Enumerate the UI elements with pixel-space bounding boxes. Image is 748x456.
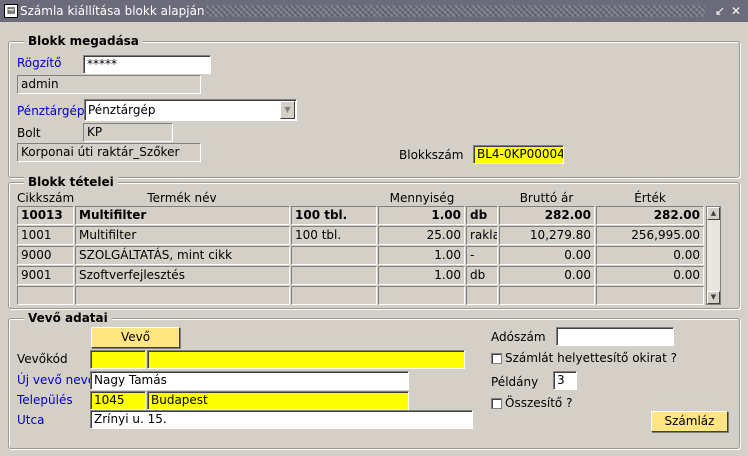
header-ertek: Érték [634,191,666,205]
iranyitoszam-field[interactable]: 1045 [90,391,146,410]
table-cell-mennyiseg[interactable] [378,286,465,305]
table-cell-egyseg[interactable]: rakla [466,226,498,245]
vevokod-label: Vevőkód [17,352,68,366]
blokkszam-label: Blokkszám [399,148,464,162]
table-cell-ertek[interactable]: 0.00 [596,246,704,265]
penztargep-select[interactable]: Pénztárgép ▼ [84,99,297,121]
table-cell-termek[interactable]: Multifilter [75,226,290,245]
blokk-megadasa-legend: Blokk megadása [24,34,143,48]
scroll-down-icon[interactable]: ▼ [707,291,720,304]
scroll-up-icon[interactable]: ▲ [707,207,720,220]
peldany-field[interactable]: 3 [553,371,577,390]
table-cell-cikkszam[interactable]: 9001 [17,266,74,285]
utca-field[interactable]: Zrínyi u. 15. [90,410,473,429]
chevron-down-icon[interactable]: ▼ [280,101,295,119]
window-title: Számla kiállítása blokk alapján [20,4,205,18]
utca-label: Utca [17,413,45,427]
table-cell-termek[interactable]: SZOLGÁLTATÁS, mint cikk [75,246,290,265]
adoszam-field[interactable] [556,327,674,346]
table-cell-brutto[interactable]: 0.00 [499,266,595,285]
helyettesito-checkbox[interactable] [491,353,502,364]
table-cell-cikkszam[interactable]: 9000 [17,246,74,265]
table-cell-brutto[interactable]: 10,279.80 [499,226,595,245]
table-cell-egyseg[interactable]: db [466,266,498,285]
osszesito-checkbox[interactable] [491,398,502,409]
szamlaz-button[interactable]: Számláz [651,411,728,432]
vevo-adatai-legend: Vevő adatai [24,311,112,325]
table-scrollbar[interactable]: ▲ ▼ [706,206,721,305]
peldany-label: Példány [491,375,539,389]
table-cell-ertek[interactable]: 256,995.00 [596,226,704,245]
table-cell-termek[interactable] [75,286,290,305]
header-mennyiseg: Mennyiség [389,191,455,205]
table-cell-brutto[interactable]: 0.00 [499,246,595,265]
table-cell-cikkszam[interactable] [17,286,74,305]
table-cell-termek[interactable]: Szoftverfejlesztés [75,266,290,285]
uj-vevo-neve-field[interactable]: Nagy Tamás [90,371,409,390]
table-cell-kiszereles[interactable] [291,246,377,265]
penztargep-label: Pénztárgép [17,104,85,118]
title-bar-pattern [205,5,705,17]
table-cell-ertek[interactable]: 0.00 [596,266,704,285]
table-cell-kiszereles[interactable]: 100 tbl. [291,206,377,225]
telepules-field[interactable]: Budapest [147,391,409,410]
user-display: admin [17,75,201,94]
table-cell-ertek[interactable]: 282.00 [596,206,704,225]
header-cikkszam: Cikkszám [17,191,75,205]
table-cell-egyseg[interactable]: db [466,206,498,225]
penztargep-select-value: Pénztárgép [88,103,156,117]
blokkszam-field[interactable]: BL4-0KP00004 [473,145,564,164]
vevo-nev-display[interactable] [147,350,465,369]
table-cell-brutto[interactable] [499,286,595,305]
table-cell-ertek[interactable] [596,286,704,305]
header-termek-nev: Termék név [147,191,217,205]
table-cell-mennyiseg[interactable]: 1.00 [378,266,465,285]
vevo-button[interactable]: Vevő [91,327,180,348]
blokk-tetelei-legend: Blokk tételei [24,175,118,189]
table-cell-kiszereles[interactable] [291,286,377,305]
table-cell-mennyiseg[interactable]: 1.00 [378,206,465,225]
bolt-label: Bolt [17,126,41,140]
restore-icon[interactable]: ↙ [712,3,728,19]
uj-vevo-neve-label: Új vevő neve [17,373,96,387]
raktar-display: Korponai úti raktár_Szőker [17,143,201,162]
adoszam-label: Adószám [491,330,546,344]
table-cell-kiszereles[interactable]: 100 tbl. [291,226,377,245]
helyettesito-label: Számlát helyettesítő okirat ? [505,351,678,365]
header-brutto-ar: Bruttó ár [519,191,574,205]
osszesito-label: Összesítő ? [505,396,573,410]
table-cell-kiszereles[interactable] [291,266,377,285]
table-cell-mennyiseg[interactable]: 25.00 [378,226,465,245]
oracle-forms-icon[interactable]: ▤ [4,4,18,18]
table-cell-mennyiseg[interactable]: 1.00 [378,246,465,265]
table-cell-egyseg[interactable]: - [466,246,498,265]
telepules-label: Település [17,393,73,407]
table-cell-termek[interactable]: Multifilter [75,206,290,225]
rogzito-label: Rögzítő [17,56,62,70]
bolt-field: KP [83,123,173,142]
table-cell-cikkszam[interactable]: 10013 [17,206,74,225]
table-cell-cikkszam[interactable]: 1001 [17,226,74,245]
rogzito-password-field[interactable]: ***** [83,55,211,74]
table-cell-brutto[interactable]: 282.00 [499,206,595,225]
table-cell-egyseg[interactable] [466,286,498,305]
vevokod-field[interactable] [90,350,146,369]
close-icon[interactable]: ✕ [728,3,744,19]
